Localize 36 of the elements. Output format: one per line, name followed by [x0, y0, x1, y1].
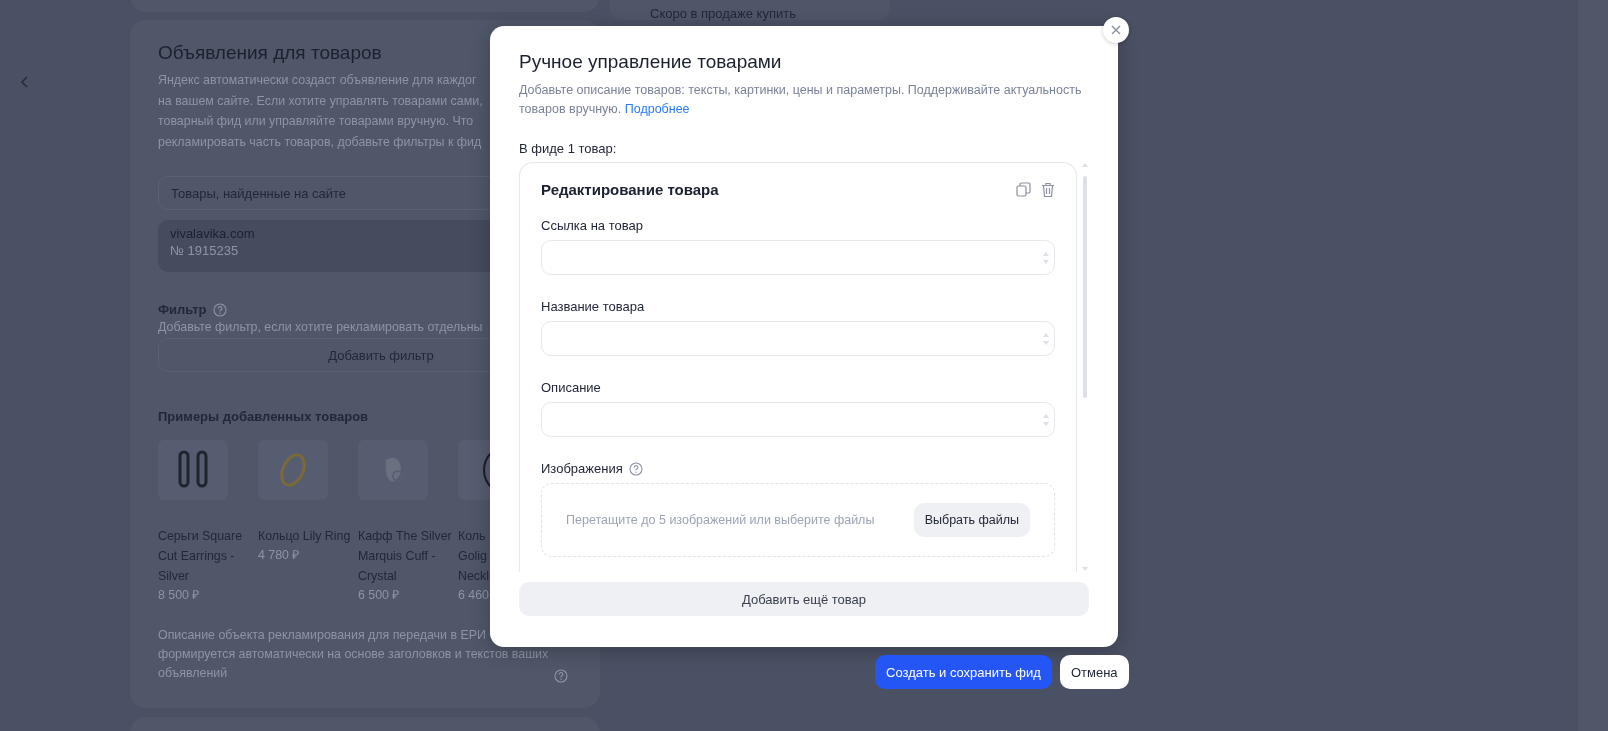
scroll-up-icon[interactable] [1081, 162, 1089, 168]
add-product-button[interactable]: Добавить ещё товар [519, 582, 1089, 616]
choose-files-button[interactable]: Выбрать файлы [913, 503, 1030, 537]
trash-icon[interactable] [1041, 181, 1055, 198]
product-price: 6 460 [458, 587, 490, 604]
filter-hint: Добавьте фильтр, если хотите рекламировать отдельны [158, 320, 483, 334]
input-field[interactable] [541, 402, 1055, 437]
section-title: Объявления для товаров [158, 42, 382, 64]
feed-count: В фиде 1 товар: [519, 141, 618, 156]
product-price: 4 780 ₽ [258, 547, 301, 564]
dropzone[interactable]: Перетащите до 5 изображений или выберите файлы Выбрать файлы [541, 483, 1055, 557]
help-icon[interactable] [554, 669, 569, 683]
field-label: Описание [541, 380, 602, 395]
site-number: № 1915235 [170, 243, 240, 258]
field-label: Изображения [541, 461, 623, 476]
field-label: Ссылка на товар [541, 218, 644, 233]
help-icon[interactable] [212, 302, 227, 317]
copy-icon[interactable] [1016, 181, 1031, 197]
create-feed-button[interactable]: Создать и сохранить фид [875, 655, 1052, 689]
cancel-button[interactable]: Отмена [1059, 655, 1129, 689]
dropzone-text: Перетащите до 5 изображений или выберите файлы [566, 513, 875, 527]
modal-title: Ручное управление товарами [519, 51, 783, 73]
help-icon[interactable] [628, 461, 643, 476]
scroll-down-icon[interactable] [1081, 566, 1089, 572]
product-price: 8 500 ₽ [158, 587, 201, 604]
product-price: 6 500 ₽ [358, 587, 401, 604]
more-link[interactable]: Подробнее [624, 102, 690, 116]
modal-description: Добавьте описание товаров: тексты, картинки, цены и параметры. Поддерживайте актуальность товаров вручную. Подробнее [519, 82, 1083, 118]
close-icon[interactable] [1103, 17, 1129, 43]
section-description: Яндекс автоматически создаст объявление для каждог на вашем сайте. Если хотите управлять товарами сами, товарный фид или управляйте товарами вручную. Что рекламировать часть товаров, добавьте фильтры к фид [158, 72, 483, 151]
input-field[interactable] [541, 321, 1055, 356]
back-icon[interactable] [20, 75, 30, 89]
scrollbar-thumb[interactable] [1083, 176, 1087, 398]
footnote-text: Описание объекта рекламирования для передачи в ЕРИ формируется автоматически на основе заголовков и текстов ваших объявлений [158, 627, 549, 682]
field-label: Название товара [541, 299, 646, 314]
input-field[interactable] [541, 240, 1055, 275]
